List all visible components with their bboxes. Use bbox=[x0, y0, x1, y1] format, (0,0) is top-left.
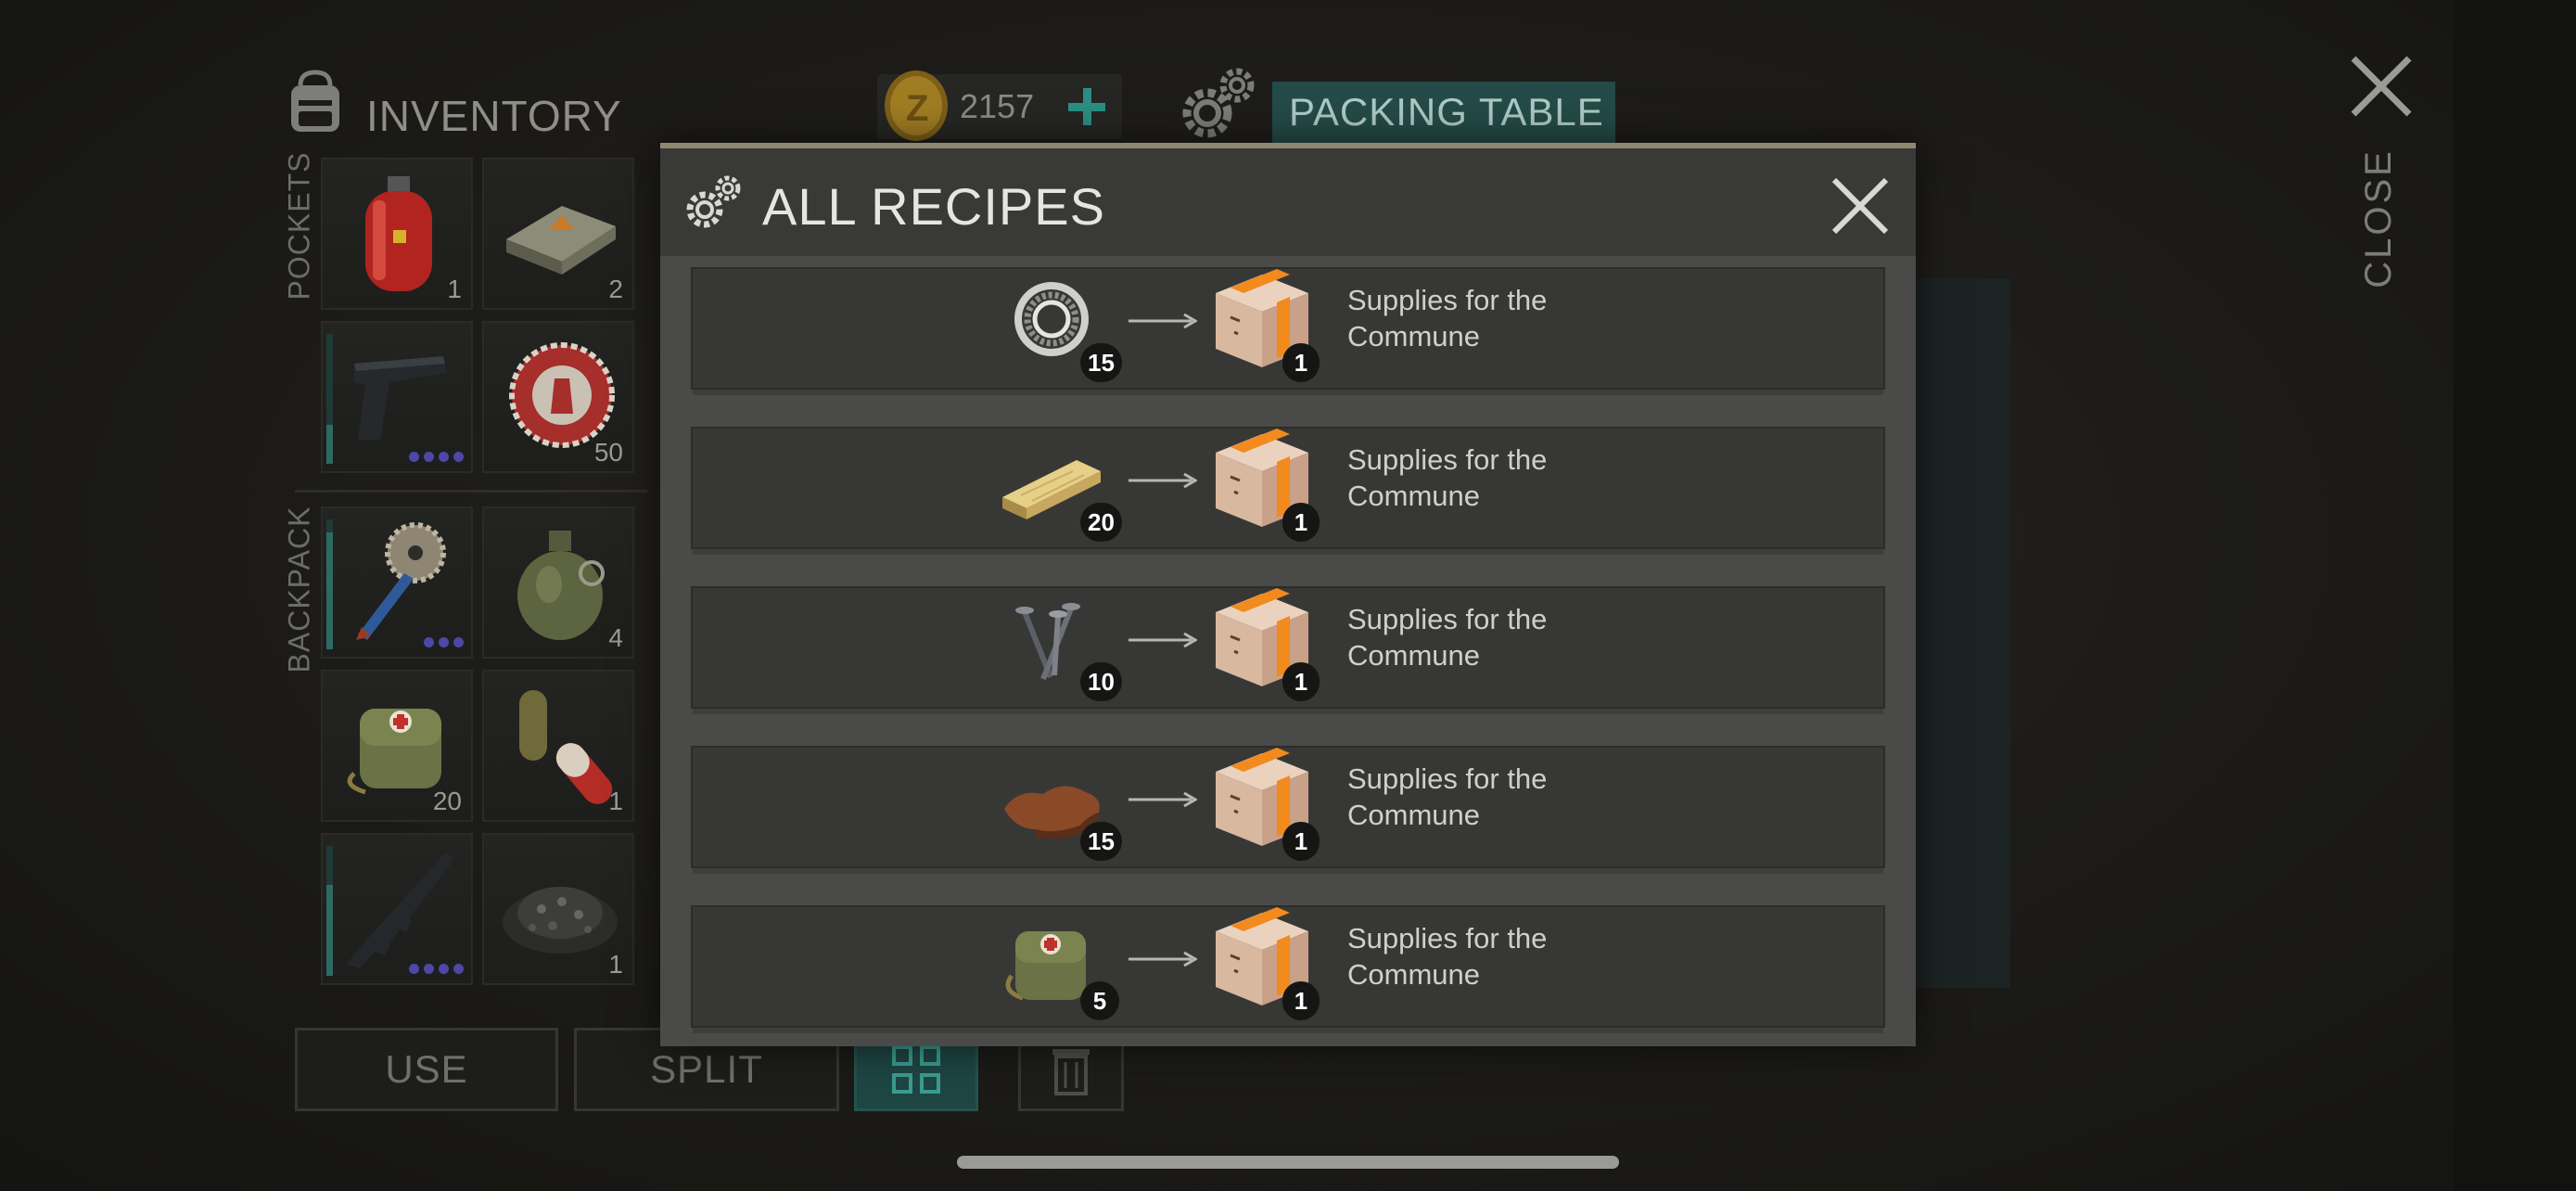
section-divider bbox=[295, 490, 647, 493]
ingredient-count: 10 bbox=[1080, 662, 1122, 701]
svg-text:Z: Z bbox=[906, 88, 928, 129]
inventory-slot[interactable] bbox=[321, 506, 473, 659]
inventory-slot[interactable]: 4 bbox=[482, 506, 634, 659]
arrow-icon bbox=[1129, 791, 1197, 808]
ingredient-count: 5 bbox=[1080, 981, 1119, 1020]
durability-dots bbox=[409, 964, 464, 974]
close-icon[interactable] bbox=[2346, 51, 2417, 122]
ingredient-count: 15 bbox=[1080, 343, 1122, 382]
recipe-row[interactable]: 15 1 Supplies for the Commune bbox=[691, 746, 1885, 874]
durability-dots bbox=[424, 637, 464, 647]
currency-amount: 2157 bbox=[960, 87, 1035, 125]
result-count: 1 bbox=[1282, 981, 1320, 1020]
result-name: Supplies for the Commune bbox=[1347, 762, 1548, 831]
inventory-slot[interactable]: 2 bbox=[482, 158, 634, 310]
gears-icon bbox=[686, 175, 741, 228]
coin-icon: Z bbox=[885, 70, 948, 141]
backpack-label: BACKPACK bbox=[282, 506, 316, 672]
result-count: 1 bbox=[1282, 822, 1320, 861]
close-panel bbox=[2454, 0, 2576, 1191]
arrow-icon bbox=[1129, 951, 1197, 967]
recipe-list: 15 1 Supplies for the Commune 20 1 Suppl… bbox=[691, 267, 1885, 1033]
result-name: Supplies for the Commune bbox=[1347, 443, 1548, 512]
gravel-pile-icon bbox=[503, 887, 618, 954]
arrow-icon bbox=[1129, 632, 1197, 648]
ingredient-count: 20 bbox=[1080, 503, 1122, 542]
arrow-icon bbox=[1129, 313, 1197, 329]
recipe-row[interactable]: 15 1 Supplies for the Commune bbox=[691, 267, 1885, 395]
backpack-icon bbox=[291, 70, 339, 132]
saw-blade-club-icon bbox=[356, 522, 446, 640]
packing-table-tab[interactable]: PACKING TABLE bbox=[1272, 82, 1615, 143]
arrow-icon bbox=[1129, 472, 1197, 489]
close-button[interactable]: CLOSE bbox=[2332, 148, 2425, 288]
inventory-title: INVENTORY bbox=[366, 92, 622, 140]
modal-title: ALL RECIPES bbox=[762, 177, 1105, 236]
add-currency-button[interactable] bbox=[1057, 74, 1116, 139]
durability-bar bbox=[326, 519, 333, 649]
recipe-row[interactable]: 5 1 Supplies for the Commune bbox=[691, 905, 1885, 1033]
pistol-icon bbox=[354, 356, 447, 440]
durability-bar bbox=[326, 334, 333, 464]
result-name: Supplies for the Commune bbox=[1347, 603, 1548, 672]
use-button[interactable]: USE bbox=[295, 1028, 558, 1111]
pockets-label: POCKETS bbox=[282, 151, 316, 300]
inventory-slot[interactable] bbox=[321, 833, 473, 985]
soap-bar-icon bbox=[506, 206, 616, 275]
recipe-row[interactable]: 10 1 Supplies for the Commune bbox=[691, 586, 1885, 714]
inventory-slot[interactable]: 1 bbox=[321, 158, 473, 310]
recipe-row[interactable]: 20 1 Supplies for the Commune bbox=[691, 427, 1885, 555]
result-name: Supplies for the Commune bbox=[1347, 284, 1548, 352]
result-count: 1 bbox=[1282, 662, 1320, 701]
home-indicator[interactable] bbox=[957, 1156, 1619, 1169]
inventory-slot[interactable]: 50 bbox=[482, 321, 634, 473]
trash-icon bbox=[1052, 1049, 1090, 1095]
pill-capsule-icon bbox=[519, 690, 613, 804]
durability-bar bbox=[326, 846, 333, 976]
inventory-slot[interactable]: 20 bbox=[321, 670, 473, 822]
inventory-slot[interactable]: 1 bbox=[482, 833, 634, 985]
close-icon[interactable] bbox=[1829, 174, 1892, 237]
gas-canister-icon bbox=[365, 176, 432, 291]
durability-dots bbox=[409, 452, 464, 462]
grid-icon bbox=[892, 1045, 940, 1094]
result-count: 1 bbox=[1282, 503, 1320, 542]
result-name: Supplies for the Commune bbox=[1347, 922, 1548, 991]
ingredient-count: 15 bbox=[1080, 822, 1122, 861]
inventory-slot[interactable]: 1 bbox=[482, 670, 634, 822]
grenade-icon bbox=[517, 531, 605, 640]
assault-rifle-icon bbox=[347, 853, 454, 968]
inventory-slot[interactable] bbox=[321, 321, 473, 473]
gears-icon bbox=[1182, 68, 1255, 138]
result-count: 1 bbox=[1282, 343, 1320, 382]
